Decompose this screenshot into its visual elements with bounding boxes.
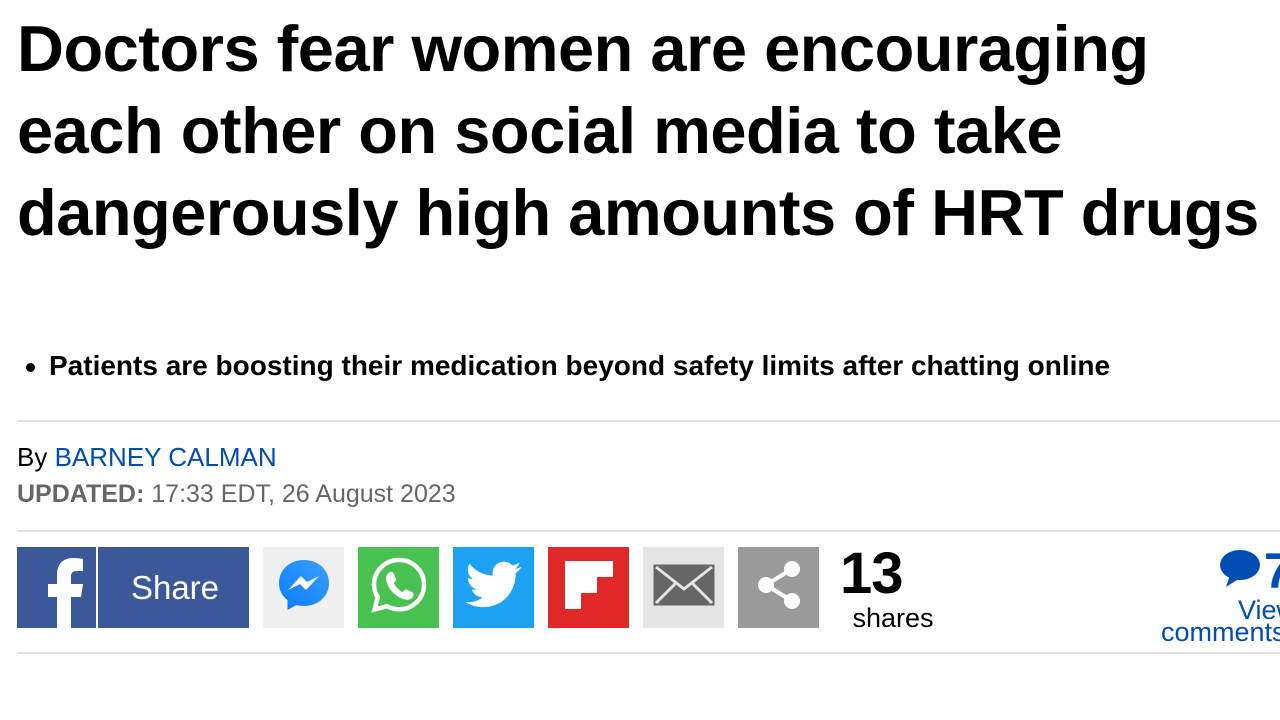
facebook-icon <box>17 547 98 628</box>
article-headline: Doctors fear women are encouraging each … <box>17 12 1259 249</box>
facebook-share-button[interactable]: Share <box>17 547 249 628</box>
twitter-icon <box>465 561 522 614</box>
envelope-icon <box>652 563 716 612</box>
share-count-label: shares <box>852 603 934 633</box>
share-count: 13 shares <box>838 541 948 634</box>
email-share-button[interactable] <box>643 547 724 628</box>
byline-prefix: By <box>17 442 48 472</box>
divider <box>17 420 1280 422</box>
updated-label: UPDATED: <box>17 480 145 508</box>
facebook-share-label: Share <box>130 568 220 606</box>
share-icon <box>754 558 804 617</box>
flipboard-icon <box>564 561 613 614</box>
share-count-number: 13 <box>840 541 904 606</box>
more-share-button[interactable] <box>738 547 819 628</box>
divider <box>17 652 1280 654</box>
divider <box>17 530 1280 532</box>
updated-value: 17:33 EDT, 26 August 2023 <box>151 480 456 508</box>
article-bullets: Patients are boosting their medication b… <box>22 346 1280 386</box>
messenger-icon <box>275 556 333 619</box>
twitter-share-button[interactable] <box>453 547 534 628</box>
comment-bubble-icon <box>1218 549 1262 594</box>
whatsapp-icon <box>369 555 429 620</box>
flipboard-share-button[interactable] <box>548 547 629 628</box>
updated-timestamp: UPDATED: 17:33 EDT, 26 August 2023 <box>17 477 456 511</box>
whatsapp-share-button[interactable] <box>358 547 439 628</box>
bullet-item: Patients are boosting their medication b… <box>22 346 1280 386</box>
messenger-share-button[interactable] <box>263 547 344 628</box>
view-comments-link[interactable]: 7 View comments <box>1158 543 1280 653</box>
comment-count: 7 <box>1264 543 1280 599</box>
comments-label: comments <box>1161 617 1280 647</box>
bullet-text: Patients are boosting their medication b… <box>49 350 1111 381</box>
author-link[interactable]: BARNEY CALMAN <box>55 442 277 472</box>
bullet-dot <box>26 363 35 372</box>
byline: By BARNEY CALMAN <box>17 440 277 474</box>
